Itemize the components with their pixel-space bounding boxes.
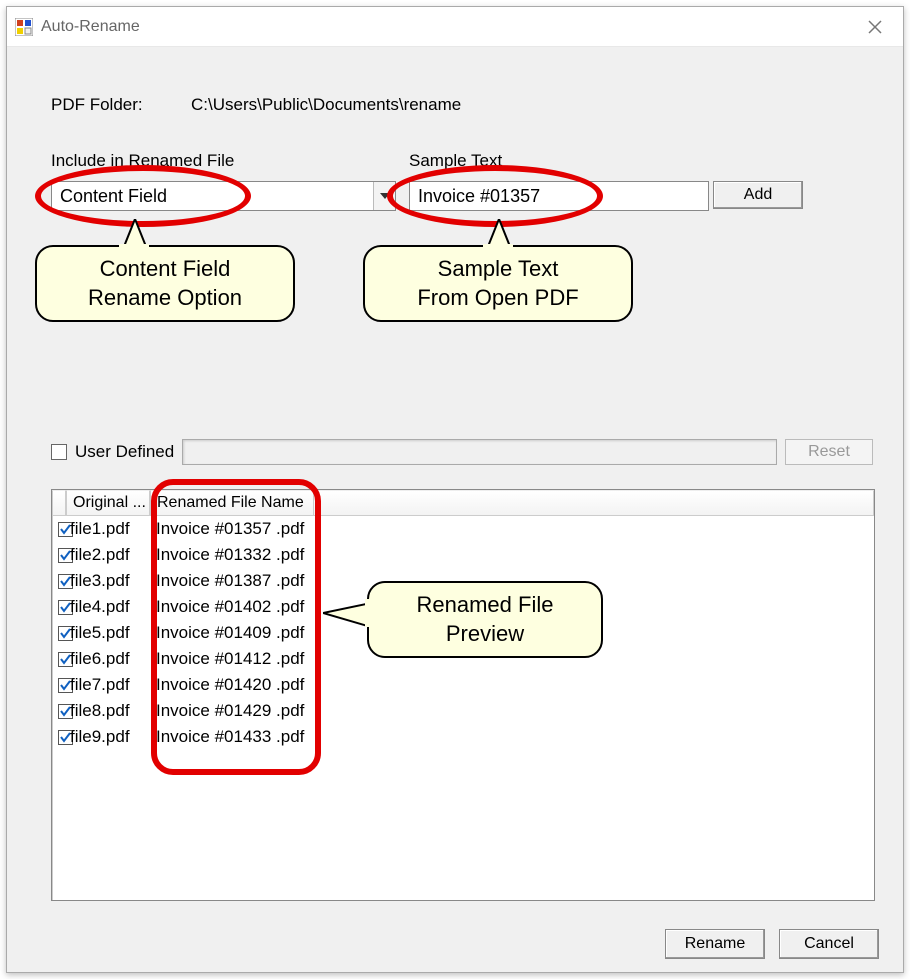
cell-renamed: Invoice #01387 .pdf [150,571,304,591]
row-checkbox[interactable] [52,730,66,745]
cell-renamed: Invoice #01357 .pdf [150,519,304,539]
cell-original: file5.pdf [66,623,150,643]
cell-renamed: Invoice #01429 .pdf [150,701,304,721]
cell-renamed: Invoice #01420 .pdf [150,675,304,695]
rename-preview-table: Original ... Renamed File Name file1.pdf… [51,489,875,901]
pdf-folder-label: PDF Folder: [51,95,143,114]
table-row[interactable]: file8.pdfInvoice #01429 .pdf [52,698,874,724]
chevron-down-icon[interactable] [373,182,395,210]
table-row[interactable]: file1.pdfInvoice #01357 .pdf [52,516,874,542]
titlebar: Auto-Rename [7,7,903,47]
user-defined-label: User Defined [75,442,174,462]
cell-renamed: Invoice #01409 .pdf [150,623,304,643]
app-icon [15,18,33,36]
row-checkbox[interactable] [52,626,66,641]
table-header-blank[interactable] [52,490,66,516]
close-button[interactable] [855,7,895,47]
client-area: PDF Folder: C:\Users\Public\Documents\re… [7,47,903,972]
table-row[interactable]: file7.pdfInvoice #01420 .pdf [52,672,874,698]
cancel-button[interactable]: Cancel [779,929,879,959]
cell-original: file3.pdf [66,571,150,591]
cell-original: file9.pdf [66,727,150,747]
add-button[interactable]: Add [713,181,803,209]
table-row[interactable]: file9.pdfInvoice #01433 .pdf [52,724,874,750]
annotation-callout-preview: Renamed File Preview [367,581,603,658]
table-header-original[interactable]: Original ... [66,490,150,516]
cell-renamed: Invoice #01433 .pdf [150,727,304,747]
pdf-folder-path: C:\Users\Public\Documents\rename [191,95,461,115]
row-checkbox[interactable] [52,548,66,563]
sample-text-field[interactable]: Invoice #01357 [409,181,709,211]
cell-original: file4.pdf [66,597,150,617]
sample-text-label: Sample Text [409,151,502,171]
row-checkbox[interactable] [52,704,66,719]
sample-text-value: Invoice #01357 [418,186,540,207]
user-defined-checkbox[interactable] [51,444,67,460]
reset-button[interactable]: Reset [785,439,873,465]
annotation-callout-content-field: Content Field Rename Option [35,245,295,322]
dialog-window: Auto-Rename PDF Folder: C:\Users\Public\… [6,6,904,973]
row-checkbox[interactable] [52,600,66,615]
cell-original: file1.pdf [66,519,150,539]
row-checkbox[interactable] [52,678,66,693]
table-header-renamed[interactable]: Renamed File Name [150,490,314,516]
row-checkbox[interactable] [52,574,66,589]
row-checkbox[interactable] [52,522,66,537]
include-combo[interactable]: Content Field [51,181,396,211]
include-label: Include in Renamed File [51,151,234,171]
rename-button[interactable]: Rename [665,929,765,959]
table-header-spacer [314,490,874,516]
cell-original: file7.pdf [66,675,150,695]
annotation-callout-sample-text: Sample Text From Open PDF [363,245,633,322]
cell-renamed: Invoice #01412 .pdf [150,649,304,669]
dialog-footer: Rename Cancel [7,916,903,972]
cell-original: file6.pdf [66,649,150,669]
table-row[interactable]: file2.pdfInvoice #01332 .pdf [52,542,874,568]
window-title: Auto-Rename [41,18,140,36]
cell-original: file8.pdf [66,701,150,721]
include-combo-value: Content Field [52,186,373,207]
cell-renamed: Invoice #01332 .pdf [150,545,304,565]
table-header: Original ... Renamed File Name [52,490,874,516]
user-defined-row: User Defined Reset [51,439,873,465]
cell-renamed: Invoice #01402 .pdf [150,597,304,617]
cell-original: file2.pdf [66,545,150,565]
user-defined-input[interactable] [182,439,777,465]
pdf-folder-row: PDF Folder: C:\Users\Public\Documents\re… [51,95,143,115]
row-checkbox[interactable] [52,652,66,667]
